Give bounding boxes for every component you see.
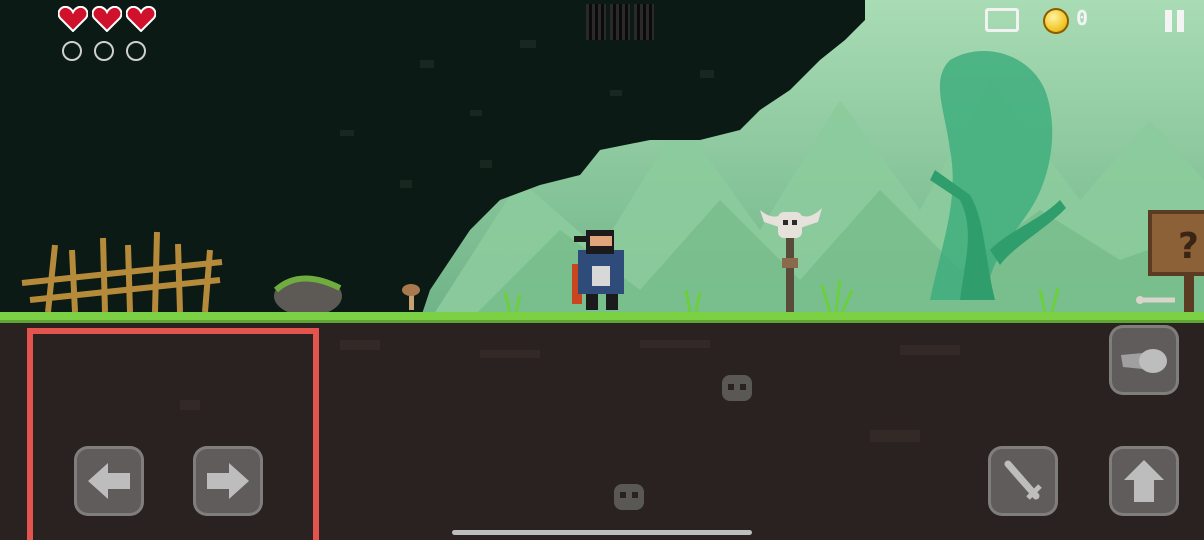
mana-orbs bbox=[62, 41, 146, 61]
arrow-right-icon bbox=[207, 463, 249, 499]
magic-button[interactable] bbox=[1109, 325, 1179, 395]
game-screen[interactable]: ? 0 bbox=[0, 0, 1204, 540]
move-left-button[interactable] bbox=[74, 446, 144, 516]
cage-icon bbox=[634, 4, 654, 40]
svg-text:?: ? bbox=[1178, 226, 1199, 267]
pause-icon bbox=[1165, 10, 1172, 32]
cage-icon bbox=[610, 4, 630, 40]
health-hearts bbox=[58, 6, 156, 32]
coin-icon bbox=[1043, 8, 1069, 34]
caged-prisoners bbox=[586, 4, 654, 40]
home-indicator[interactable] bbox=[452, 530, 752, 535]
attack-button[interactable] bbox=[988, 446, 1058, 516]
mana-orb-icon bbox=[94, 41, 114, 61]
mana-orb-icon bbox=[126, 41, 146, 61]
heart-icon bbox=[92, 6, 122, 32]
pause-button[interactable] bbox=[1162, 8, 1188, 34]
sword-icon bbox=[1004, 460, 1042, 500]
arrow-up-icon bbox=[1124, 460, 1164, 502]
cage-icon bbox=[586, 4, 606, 40]
movement-controls-highlight bbox=[27, 328, 319, 540]
mana-orb-icon bbox=[62, 41, 82, 61]
arrow-left-icon bbox=[88, 463, 130, 499]
move-right-button[interactable] bbox=[193, 446, 263, 516]
heart-icon bbox=[58, 6, 88, 32]
jump-button[interactable] bbox=[1109, 446, 1179, 516]
card-icon bbox=[985, 8, 1019, 32]
fireball-icon bbox=[1121, 349, 1167, 373]
grass-strip bbox=[0, 312, 1204, 320]
coin-count: 0 bbox=[1076, 6, 1089, 30]
heart-icon bbox=[126, 6, 156, 32]
